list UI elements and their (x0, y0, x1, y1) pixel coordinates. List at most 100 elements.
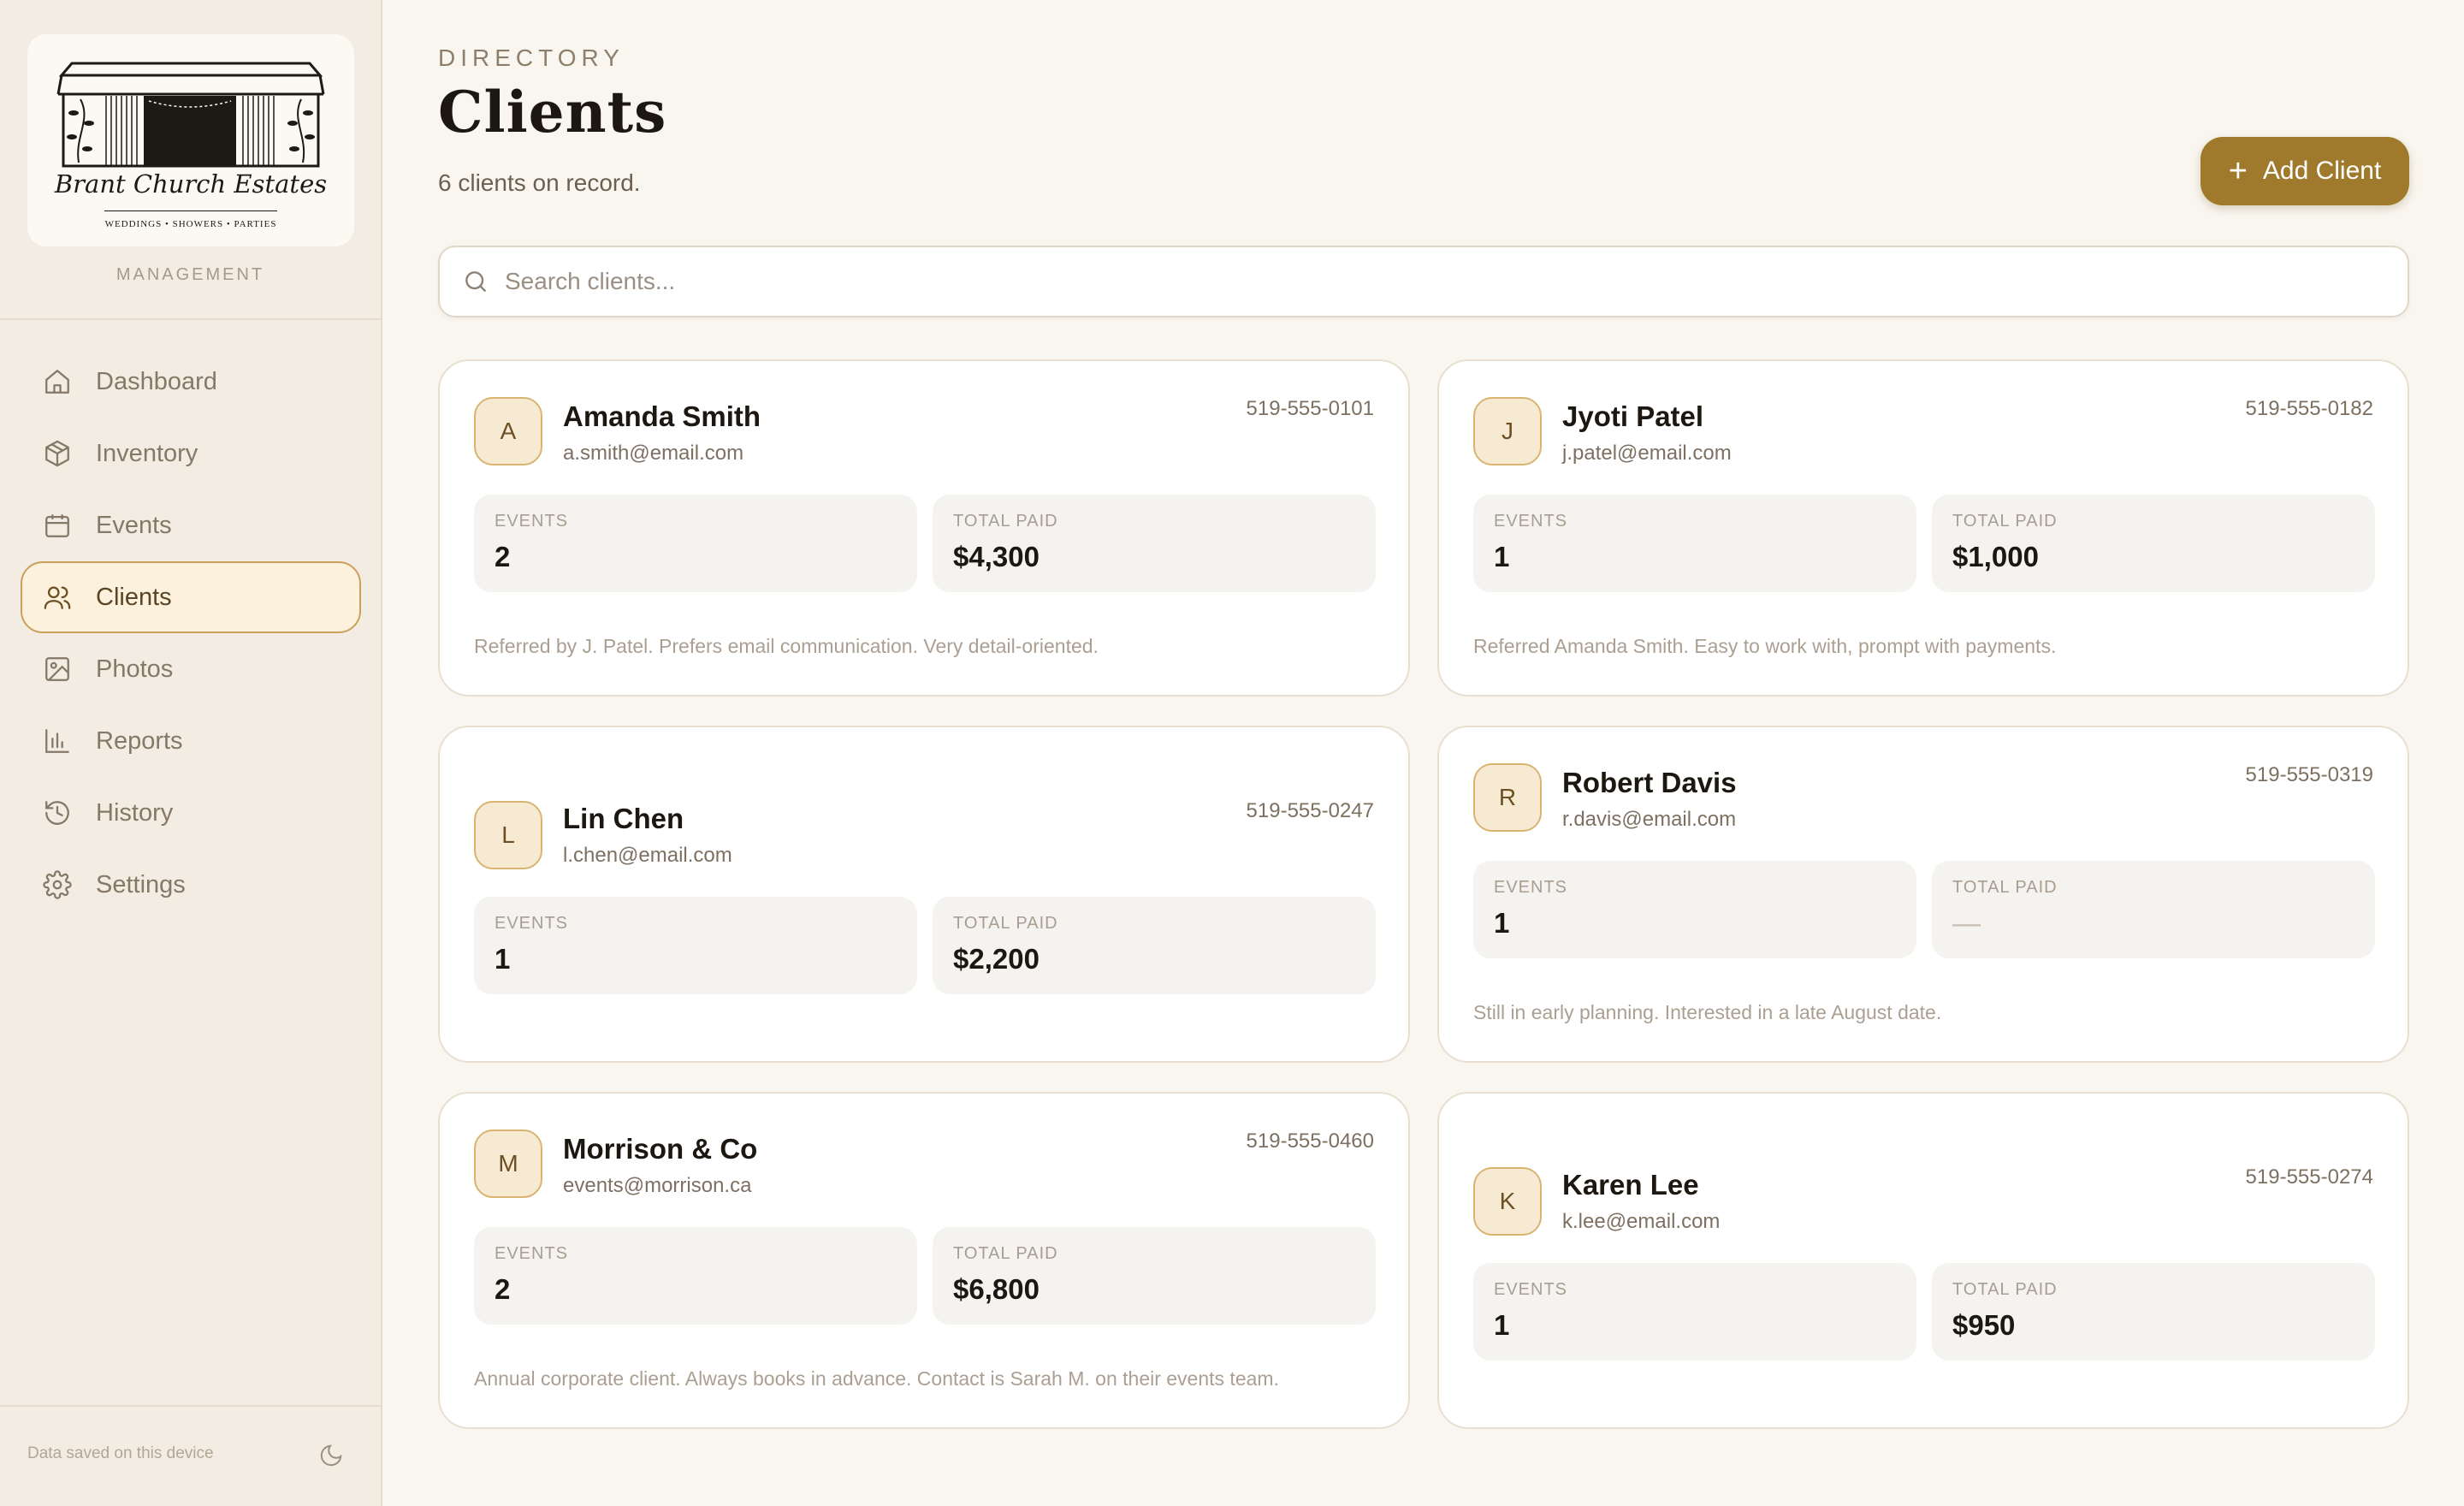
page-title: Clients (438, 79, 667, 145)
sidebar-item-history[interactable]: History (21, 777, 361, 849)
history-icon (43, 798, 72, 827)
client-name: Jyoti Patel (1562, 400, 1704, 432)
client-phone: 519-555-0182 (2245, 397, 2373, 420)
events-stat: EVENTS 2 (474, 1227, 917, 1325)
save-status: Data saved on this device (27, 1444, 214, 1462)
total-paid-stat: TOTAL PAID $1,000 (1932, 495, 2375, 592)
sidebar-item-label: Inventory (96, 439, 198, 467)
client-card[interactable]: L Lin Chen l.chen@email.com 519-555-0247… (438, 726, 1410, 1063)
total-paid-value: — (1952, 907, 1981, 939)
client-email: k.lee@email.com (1562, 1210, 1721, 1233)
sidebar-item-label: Events (96, 511, 172, 539)
events-label: EVENTS (495, 512, 569, 531)
events-label: EVENTS (1494, 1280, 1568, 1299)
total-paid-value: $2,200 (953, 943, 1040, 975)
client-phone: 519-555-0460 (1246, 1130, 1374, 1153)
add-client-label: Add Client (2262, 157, 2382, 185)
total-paid-label: TOTAL PAID (953, 512, 1058, 531)
users-icon (43, 583, 72, 612)
events-value: 1 (495, 943, 511, 975)
events-value: 2 (495, 541, 511, 572)
sidebar-item-label: Dashboard (96, 367, 217, 395)
search-bar (438, 246, 2409, 317)
sidebar-item-clients[interactable]: Clients (21, 561, 361, 633)
client-count: 6 clients on record. (438, 169, 641, 196)
avatar: J (1473, 397, 1542, 465)
events-stat: EVENTS 1 (474, 897, 917, 994)
client-phone: 519-555-0247 (1246, 799, 1374, 822)
client-email: l.chen@email.com (563, 844, 732, 867)
events-value: 1 (1494, 541, 1510, 572)
brand-logo[interactable]: Brant Church Estates WEDDINGS • SHOWERS … (27, 34, 354, 246)
client-card[interactable]: R Robert Davis r.davis@email.com 519-555… (1437, 726, 2409, 1063)
total-paid-label: TOTAL PAID (1952, 1280, 2058, 1299)
client-note: Referred by J. Patel. Prefers email comm… (474, 635, 1099, 657)
client-name: Lin Chen (563, 803, 684, 834)
avatar: L (474, 801, 542, 869)
sidebar-footer-divider (0, 1405, 381, 1407)
client-name: Karen Lee (1562, 1169, 1699, 1201)
client-name: Amanda Smith (563, 400, 761, 432)
sidebar-item-inventory[interactable]: Inventory (21, 418, 361, 489)
search-icon (462, 268, 489, 295)
sidebar-item-photos[interactable]: Photos (21, 633, 361, 705)
total-paid-stat: TOTAL PAID $6,800 (933, 1227, 1376, 1325)
add-client-button[interactable]: + Add Client (2200, 137, 2409, 205)
total-paid-label: TOTAL PAID (1952, 512, 2058, 531)
sidebar-item-label: Photos (96, 655, 174, 683)
total-paid-stat: TOTAL PAID — (1932, 861, 2375, 958)
page-eyebrow: DIRECTORY (438, 44, 625, 71)
client-card[interactable]: M Morrison & Co events@morrison.ca 519-5… (438, 1092, 1410, 1429)
sidebar-item-label: Settings (96, 870, 186, 898)
brand-divider (104, 210, 277, 211)
client-phone: 519-555-0319 (2245, 763, 2373, 786)
total-paid-value: $6,800 (953, 1273, 1040, 1305)
sidebar-nav: Dashboard Inventory Events Clients Photo… (21, 346, 361, 921)
moon-icon[interactable] (318, 1443, 344, 1468)
client-email: r.davis@email.com (1562, 808, 1737, 831)
total-paid-value: $950 (1952, 1309, 2016, 1341)
client-phone: 519-555-0101 (1246, 397, 1374, 420)
client-phone: 519-555-0274 (2245, 1165, 2373, 1189)
client-card[interactable]: K Karen Lee k.lee@email.com 519-555-0274… (1437, 1092, 2409, 1429)
brand-name: Brant Church Estates (54, 169, 328, 199)
sidebar-item-events[interactable]: Events (21, 489, 361, 561)
sidebar-item-label: History (96, 798, 174, 827)
events-value: 1 (1494, 1309, 1510, 1341)
client-email: events@morrison.ca (563, 1174, 752, 1197)
events-label: EVENTS (495, 1244, 569, 1263)
sidebar: Brant Church Estates WEDDINGS • SHOWERS … (0, 0, 382, 1506)
total-paid-label: TOTAL PAID (953, 1244, 1058, 1263)
avatar: M (474, 1130, 542, 1198)
total-paid-label: TOTAL PAID (1952, 878, 2058, 897)
sidebar-item-label: Clients (96, 583, 172, 611)
client-card[interactable]: A Amanda Smith a.smith@email.com 519-555… (438, 359, 1410, 697)
search-input[interactable] (505, 268, 2387, 295)
client-note: Annual corporate client. Always books in… (474, 1367, 1279, 1390)
events-stat: EVENTS 1 (1473, 495, 1916, 592)
events-label: EVENTS (1494, 878, 1568, 897)
sidebar-item-reports[interactable]: Reports (21, 705, 361, 777)
plus-icon: + (2228, 153, 2248, 189)
events-value: 1 (1494, 907, 1510, 939)
avatar: K (1473, 1167, 1542, 1236)
sidebar-item-label: Reports (96, 726, 183, 755)
calendar-icon (43, 511, 72, 540)
total-paid-stat: TOTAL PAID $2,200 (933, 897, 1376, 994)
total-paid-stat: TOTAL PAID $950 (1932, 1263, 2375, 1361)
client-card[interactable]: J Jyoti Patel j.patel@email.com 519-555-… (1437, 359, 2409, 697)
gear-icon (43, 870, 72, 899)
events-label: EVENTS (1494, 512, 1568, 531)
events-stat: EVENTS 1 (1473, 861, 1916, 958)
bar-chart-icon (43, 726, 72, 756)
client-name: Robert Davis (1562, 767, 1737, 798)
avatar: A (474, 397, 542, 465)
barn-illustration-icon (56, 62, 325, 168)
sidebar-item-settings[interactable]: Settings (21, 849, 361, 921)
events-value: 2 (495, 1273, 511, 1305)
sidebar-item-dashboard[interactable]: Dashboard (21, 346, 361, 418)
total-paid-value: $1,000 (1952, 541, 2039, 572)
sidebar-divider (0, 318, 381, 320)
client-name: Morrison & Co (563, 1133, 758, 1165)
total-paid-value: $4,300 (953, 541, 1040, 572)
